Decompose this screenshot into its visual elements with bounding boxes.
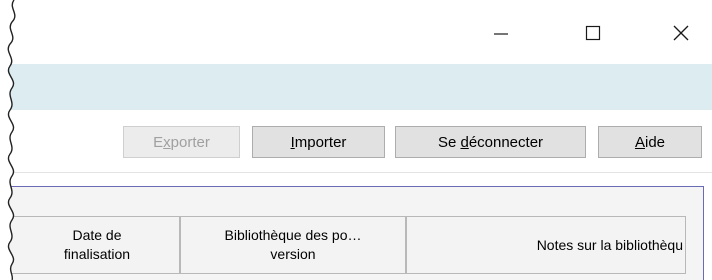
ribbon-bar bbox=[0, 64, 712, 111]
close-button[interactable] bbox=[656, 18, 706, 48]
torn-edge bbox=[0, 0, 16, 280]
close-icon bbox=[673, 25, 689, 41]
help-button[interactable]: Aide bbox=[598, 126, 702, 158]
column-header-notes-bibliotheque[interactable]: Notes sur la bibliothèqu bbox=[406, 216, 686, 274]
export-label: Exporter bbox=[153, 133, 210, 151]
import-label: Importer bbox=[290, 133, 347, 151]
minimize-icon bbox=[494, 33, 508, 35]
logout-button[interactable]: Se déconnecter bbox=[395, 126, 586, 158]
export-button[interactable]: Exporter bbox=[123, 126, 240, 158]
column-header-bibliotheque-version[interactable]: Bibliothèque des po… version bbox=[180, 216, 406, 274]
logout-label: Se déconnecter bbox=[437, 133, 544, 151]
column-header-line: Bibliothèque des po… bbox=[224, 227, 362, 243]
column-header-line: version bbox=[270, 246, 316, 262]
maximize-icon bbox=[585, 25, 601, 41]
help-label: Aide bbox=[634, 133, 666, 151]
column-header-line: Date de bbox=[72, 227, 122, 243]
column-header-line: finalisation bbox=[63, 246, 131, 262]
column-header-line: Notes sur la bibliothèqu bbox=[536, 236, 683, 253]
import-button[interactable]: Importer bbox=[252, 126, 385, 158]
maximize-button[interactable] bbox=[570, 18, 616, 48]
minimize-button[interactable] bbox=[478, 18, 524, 48]
